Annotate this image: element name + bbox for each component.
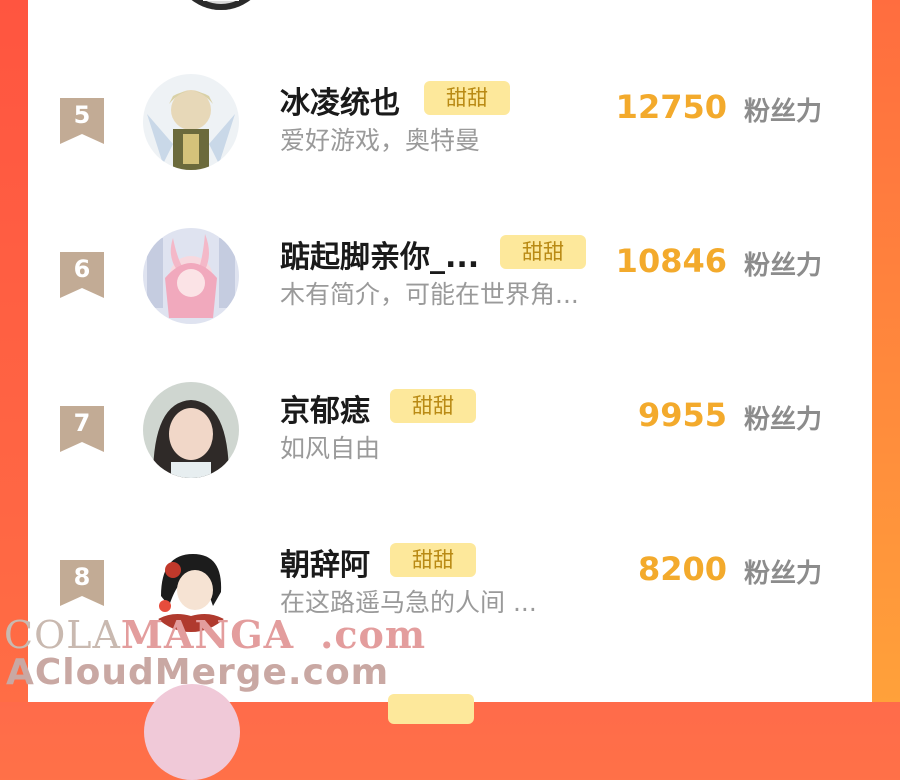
user-name: 踮起脚亲你_...	[280, 240, 480, 275]
user-bio: 木有简介，可能在世界角...	[280, 280, 579, 309]
rank-badge: 6	[60, 252, 104, 298]
avatar[interactable]	[143, 382, 239, 478]
rank-badge: 5	[60, 98, 104, 144]
rank-badge: 8	[60, 560, 104, 606]
list-item[interactable]: 7 京郁痣 甜甜 如风自由 9955 粉丝力	[28, 382, 872, 532]
watermark-colamanga: COLAMANGA .com	[4, 612, 427, 657]
list-item[interactable]: 6 踮起脚亲你_... 甜甜 木有简介，可能在世界角... 10846 粉丝力	[28, 228, 872, 378]
fan-power-unit: 粉丝力	[743, 405, 822, 435]
rank-number: 5	[73, 101, 91, 129]
fan-tag-badge: 甜甜	[424, 81, 510, 115]
leaderboard-card: 5 冰凌统也 甜甜 爱好游戏，奥特曼 12750 粉丝力 6 踮起脚亲你_...…	[28, 0, 872, 780]
user-bio: 爱好游戏，奥特曼	[280, 126, 481, 155]
fan-tag-badge: 甜甜	[500, 235, 586, 269]
fan-tag-badge	[388, 694, 474, 724]
rank-number: 6	[73, 255, 91, 283]
rank-badge: 7	[60, 406, 104, 452]
fan-power-score: 9955	[637, 396, 727, 434]
fan-power-unit: 粉丝力	[743, 559, 822, 589]
user-bio: 如风自由	[280, 434, 381, 463]
avatar[interactable]	[143, 228, 239, 324]
fan-power-score: 12750	[615, 88, 727, 126]
watermark-acloudmerge: ACloudMerge.com	[6, 652, 390, 693]
fan-tag-badge: 甜甜	[390, 543, 476, 577]
avatar[interactable]	[144, 684, 240, 780]
avatar[interactable]	[143, 74, 239, 170]
fan-power-unit: 粉丝力	[743, 97, 822, 127]
fan-tag-badge: 甜甜	[390, 389, 476, 423]
rank-number: 8	[73, 563, 91, 591]
frame-right-edge	[872, 0, 900, 702]
fan-power-score: 8200	[637, 550, 727, 588]
frame-left-edge	[0, 0, 28, 702]
user-name: 京郁痣	[280, 394, 370, 429]
avatar[interactable]	[173, 0, 269, 10]
list-item[interactable]: 5 冰凌统也 甜甜 爱好游戏，奥特曼 12750 粉丝力	[28, 74, 872, 224]
fan-power-score: 10846	[615, 242, 727, 280]
user-name: 冰凌统也	[280, 86, 400, 121]
user-name: 朝辞阿	[280, 548, 370, 583]
rank-number: 7	[73, 409, 91, 437]
fan-power-unit: 粉丝力	[743, 251, 822, 281]
